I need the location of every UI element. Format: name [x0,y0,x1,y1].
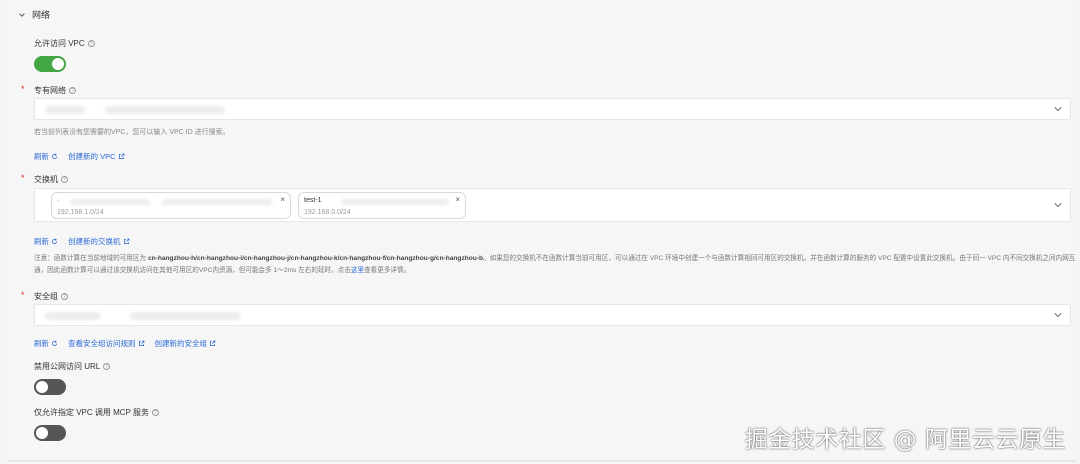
help-circle-icon[interactable]: ? [103,363,111,370]
section-header-network[interactable]: 网络 [18,8,50,21]
toggle-knob [36,381,48,393]
external-link-icon [210,340,216,346]
create-vpc-link[interactable]: 创建新的 VPC [68,151,125,162]
vswitch-tag: · 192.168.1.0/24 × [51,192,291,219]
redacted-value [105,106,225,114]
chevron-down-icon [1054,313,1062,318]
redacted-value [162,199,272,205]
toggle-knob [52,58,64,70]
refresh-icon [52,153,57,159]
close-icon[interactable]: × [455,195,460,204]
create-vswitch-link[interactable]: 创建新的交换机 [68,236,130,247]
help-circle-icon[interactable]: ? [61,293,68,300]
vswitch-multiselect[interactable]: · 192.168.1.0/24 × test-1 192.168.0.0/24… [34,188,1071,222]
vpc-hint: 若当前列表没有您需要的VPC，您可以输入 VPC ID 进行搜索。 [34,129,230,136]
refresh-label: 刷新 [34,237,49,246]
vpc-actions: 刷新 创建新的 VPC [34,151,125,162]
required-mark: * [21,173,25,183]
security-group-actions: 刷新 查看安全组访问规则 创建新的安全组 [34,338,216,349]
vswitch-zone-note: 注意：函数计算在当前地域的可用区为 cn-hangzhou-h/cn-hangz… [34,253,1076,277]
required-mark: * [21,290,25,300]
view-security-group-rules-link[interactable]: 查看安全组访问规则 [68,338,145,349]
allow-vpc-toggle[interactable] [34,56,66,72]
note-details-link[interactable]: 这里 [351,265,364,277]
close-icon[interactable]: × [280,195,285,204]
vswitch-label-text: 交换机 [34,175,58,184]
network-panel: 网络 允许访问 VPC ? * 专有网络 ? 若当前列表没有您需要的VPC，您可… [8,0,1076,462]
allow-vpc-label: 允许访问 VPC ? [34,38,95,49]
note-zones: cn-hangzhou-h/cn-hangzhou-i/cn-hangzhou-… [147,255,484,262]
help-circle-icon[interactable]: ? [151,409,159,416]
help-circle-icon[interactable]: ? [61,176,68,183]
divider [8,460,1076,462]
required-mark: * [21,84,25,94]
redacted-value [45,106,85,114]
vswitch-tag-name: · [57,197,60,204]
allow-vpc-label-text: 允许访问 VPC [34,39,85,48]
chevron-down-icon [1054,203,1062,208]
redacted-value [341,199,449,205]
create-vpc-label: 创建新的 VPC [68,152,116,161]
vpc-only-mcp-label-text: 仅允许指定 VPC 调用 MCP 服务 [34,408,149,417]
section-title: 网络 [32,10,51,20]
security-group-select[interactable] [34,304,1071,326]
vswitch-tag-cidr: 192.168.0.0/24 [304,209,351,216]
toggle-knob [36,427,48,439]
vpc-only-mcp-label: 仅允许指定 VPC 调用 MCP 服务 ? [34,407,159,418]
redacted-value [70,199,150,205]
disable-public-url-label: 禁用公网访问 URL ? [34,361,111,372]
create-security-group-link[interactable]: 创建新的安全组 [155,338,217,349]
vswitch-tag-name: test-1 [304,197,322,204]
vpc-select[interactable] [34,98,1071,120]
redacted-value [130,312,240,320]
external-link-icon [138,340,144,346]
redacted-value [45,312,100,320]
disable-public-url-label-text: 禁用公网访问 URL [34,362,101,371]
view-rules-label: 查看安全组访问规则 [68,339,136,348]
vpc-refresh-link[interactable]: 刷新 [34,151,58,162]
vpc-only-mcp-toggle[interactable] [34,425,66,441]
vswitch-tag: test-1 192.168.0.0/24 × [298,192,466,219]
refresh-icon [52,238,57,244]
note-suffix: 查看更多详情。 [364,267,411,274]
external-link-icon [118,153,124,159]
refresh-label: 刷新 [34,339,49,348]
refresh-icon [52,340,57,346]
vswitch-tag-cidr: 192.168.1.0/24 [57,209,104,216]
security-group-refresh-link[interactable]: 刷新 [34,338,58,349]
help-circle-icon[interactable]: ? [69,87,76,94]
external-link-icon [123,238,129,244]
refresh-label: 刷新 [34,152,49,161]
help-circle-icon[interactable]: ? [87,40,95,47]
watermark: 掘金技术社区 @ 阿里云云原生 [744,427,1066,453]
security-group-label-text: 安全组 [34,292,58,301]
create-vswitch-label: 创建新的交换机 [68,237,121,246]
chevron-down-icon [19,12,25,17]
vpc-label: 专有网络 ? [34,85,76,96]
vswitch-label: 交换机 ? [34,174,68,185]
vpc-label-text: 专有网络 [34,86,66,95]
vswitch-actions: 刷新 创建新的交换机 [34,236,130,247]
vswitch-refresh-link[interactable]: 刷新 [34,236,58,247]
chevron-down-icon [1054,107,1062,112]
disable-public-url-toggle[interactable] [34,379,66,395]
security-group-label: 安全组 ? [34,291,68,302]
note-prefix: 注意：函数计算在当前地域的可用区为 [34,255,148,262]
create-security-group-label: 创建新的安全组 [154,339,208,348]
